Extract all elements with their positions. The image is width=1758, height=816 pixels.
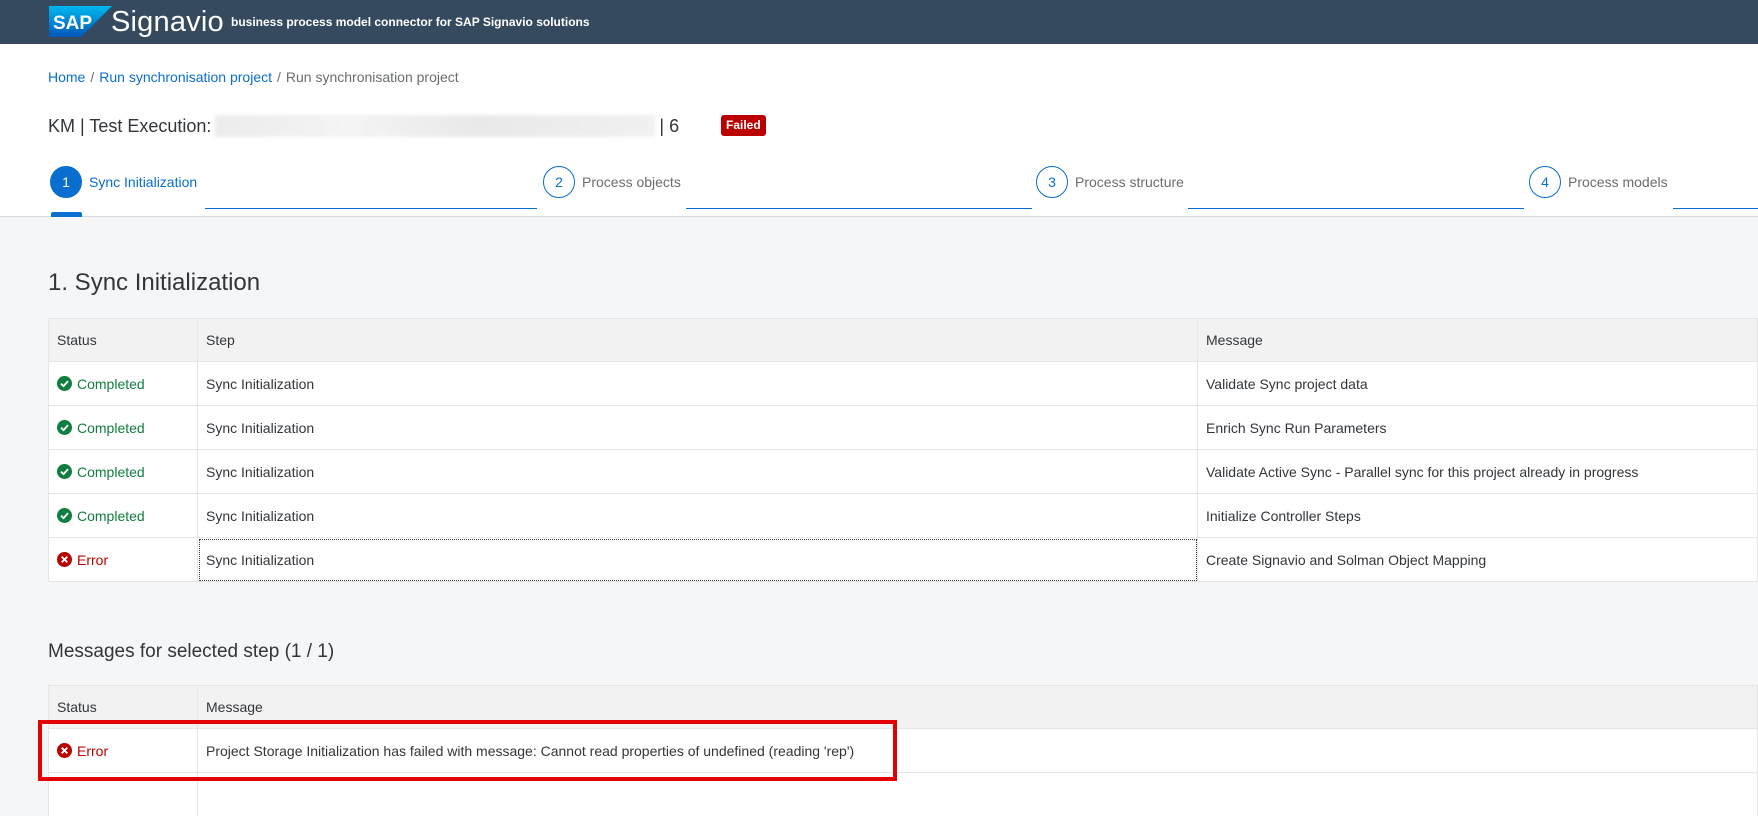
step-cell: Sync Initialization	[197, 405, 1198, 450]
page-header: Home / Run synchronisation project / Run syn…	[0, 44, 1758, 217]
status-completed: Completed	[57, 508, 189, 524]
status-cell: Error	[48, 728, 198, 773]
status-completed: Completed	[57, 376, 189, 392]
page-title-suffix: | 6	[659, 116, 680, 136]
status-completed: Completed	[57, 464, 189, 480]
message-cell: Validate Sync project data	[1197, 361, 1758, 406]
success-check-icon	[57, 508, 72, 523]
wizard-step-process-objects[interactable]: 2 Process objects	[543, 166, 681, 198]
step-number: 1	[50, 166, 82, 198]
error-icon	[57, 743, 72, 758]
table-header-row: Status Step Message	[48, 318, 1758, 362]
column-header-status[interactable]: Status	[48, 318, 198, 362]
success-check-icon	[57, 464, 72, 479]
table-row[interactable]: Completed Sync Initialization Validate A…	[48, 449, 1758, 494]
table-row-empty	[48, 772, 1758, 816]
shell-bar: SAP Signavio business process model conn…	[0, 0, 1758, 44]
status-error: Error	[57, 552, 189, 568]
messages-table: Status Message Error Project Storage Ini…	[48, 685, 1758, 816]
breadcrumb-current: Run synchronisation project	[285, 69, 459, 85]
redacted-project-name	[215, 115, 656, 137]
step-label: Sync Initialization	[89, 174, 198, 190]
success-check-icon	[57, 420, 72, 435]
wizard-connector	[205, 208, 537, 209]
step-label: Process models	[1568, 174, 1668, 190]
table-row[interactable]: Completed Sync Initialization Validate S…	[48, 361, 1758, 406]
status-text: Completed	[77, 419, 145, 436]
wizard-connector	[1188, 208, 1524, 209]
wizard-connector	[1673, 208, 1758, 209]
success-check-icon	[57, 376, 72, 391]
column-header-message[interactable]: Message	[1197, 318, 1758, 362]
wizard-progress: 1 Sync Initialization 2 Process objects …	[0, 166, 1758, 218]
empty-cell	[197, 772, 1758, 816]
message-cell: Validate Active Sync - Parallel sync for…	[1197, 449, 1758, 494]
table-header-row: Status Message	[48, 685, 1758, 729]
active-step-indicator	[51, 212, 82, 217]
steps-table: Status Step Message Completed Sync Initi…	[48, 318, 1758, 582]
page-title-prefix: KM | Test Execution:	[48, 116, 212, 136]
breadcrumb: Home / Run synchronisation project / Run syn…	[48, 68, 459, 86]
breadcrumb-run-sync-link[interactable]: Run synchronisation project	[99, 69, 272, 85]
status-cell: Completed	[48, 405, 198, 450]
section-title: 1. Sync Initialization	[48, 269, 261, 296]
message-cell: Create Signavio and Solman Object Mappin…	[1197, 537, 1758, 582]
column-header-status[interactable]: Status	[48, 685, 198, 729]
step-label: Process objects	[582, 174, 681, 190]
step-number: 4	[1529, 166, 1561, 198]
status-text: Completed	[77, 507, 145, 524]
error-icon	[57, 552, 72, 567]
step-label: Process structure	[1075, 174, 1184, 190]
table-row[interactable]: Error Project Storage Initialization has…	[48, 728, 1758, 773]
step-number: 2	[543, 166, 575, 198]
message-cell: Initialize Controller Steps	[1197, 493, 1758, 538]
brand-name: Signavio	[111, 6, 224, 38]
wizard-connector	[686, 208, 1032, 209]
status-badge: Failed	[721, 115, 766, 136]
step-cell: Sync Initialization	[197, 537, 1198, 582]
message-cell: Project Storage Initialization has faile…	[197, 728, 1758, 773]
breadcrumb-separator: /	[90, 69, 95, 85]
step-cell: Sync Initialization	[197, 493, 1198, 538]
step-cell: Sync Initialization	[197, 449, 1198, 494]
status-text: Error	[77, 551, 109, 568]
message-cell: Enrich Sync Run Parameters	[1197, 405, 1758, 450]
status-text: Error	[77, 742, 109, 759]
status-completed: Completed	[57, 420, 189, 436]
table-row[interactable]: Completed Sync Initialization Initialize…	[48, 493, 1758, 538]
status-cell: Completed	[48, 493, 198, 538]
page-title: KM | Test Execution: | 6	[48, 114, 679, 138]
status-cell: Completed	[48, 449, 198, 494]
empty-cell	[48, 772, 198, 816]
breadcrumb-separator: /	[277, 69, 281, 85]
step-number: 3	[1036, 166, 1068, 198]
breadcrumb-home-link[interactable]: Home	[48, 69, 85, 85]
status-cell: Error	[48, 537, 198, 582]
wizard-step-process-structure[interactable]: 3 Process structure	[1036, 166, 1184, 198]
wizard-step-process-models[interactable]: 4 Process models	[1529, 166, 1668, 198]
sap-logo-icon[interactable]: SAP	[49, 6, 112, 37]
app-subtitle: business process model connector for SAP…	[231, 15, 590, 29]
table-row[interactable]: Completed Sync Initialization Enrich Syn…	[48, 405, 1758, 450]
messages-title: Messages for selected step (1 / 1)	[48, 641, 335, 662]
status-cell: Completed	[48, 361, 198, 406]
column-header-message[interactable]: Message	[197, 685, 1758, 729]
column-header-step[interactable]: Step	[197, 318, 1198, 362]
step-cell: Sync Initialization	[197, 361, 1198, 406]
status-error: Error	[57, 743, 189, 759]
status-text: Completed	[77, 375, 145, 392]
wizard-step-sync-initialization[interactable]: 1 Sync Initialization	[50, 166, 197, 198]
sap-logo-text: SAP	[53, 13, 92, 34]
table-row-selected[interactable]: Error Sync Initialization Create Signavi…	[48, 537, 1758, 582]
status-text: Completed	[77, 463, 145, 480]
